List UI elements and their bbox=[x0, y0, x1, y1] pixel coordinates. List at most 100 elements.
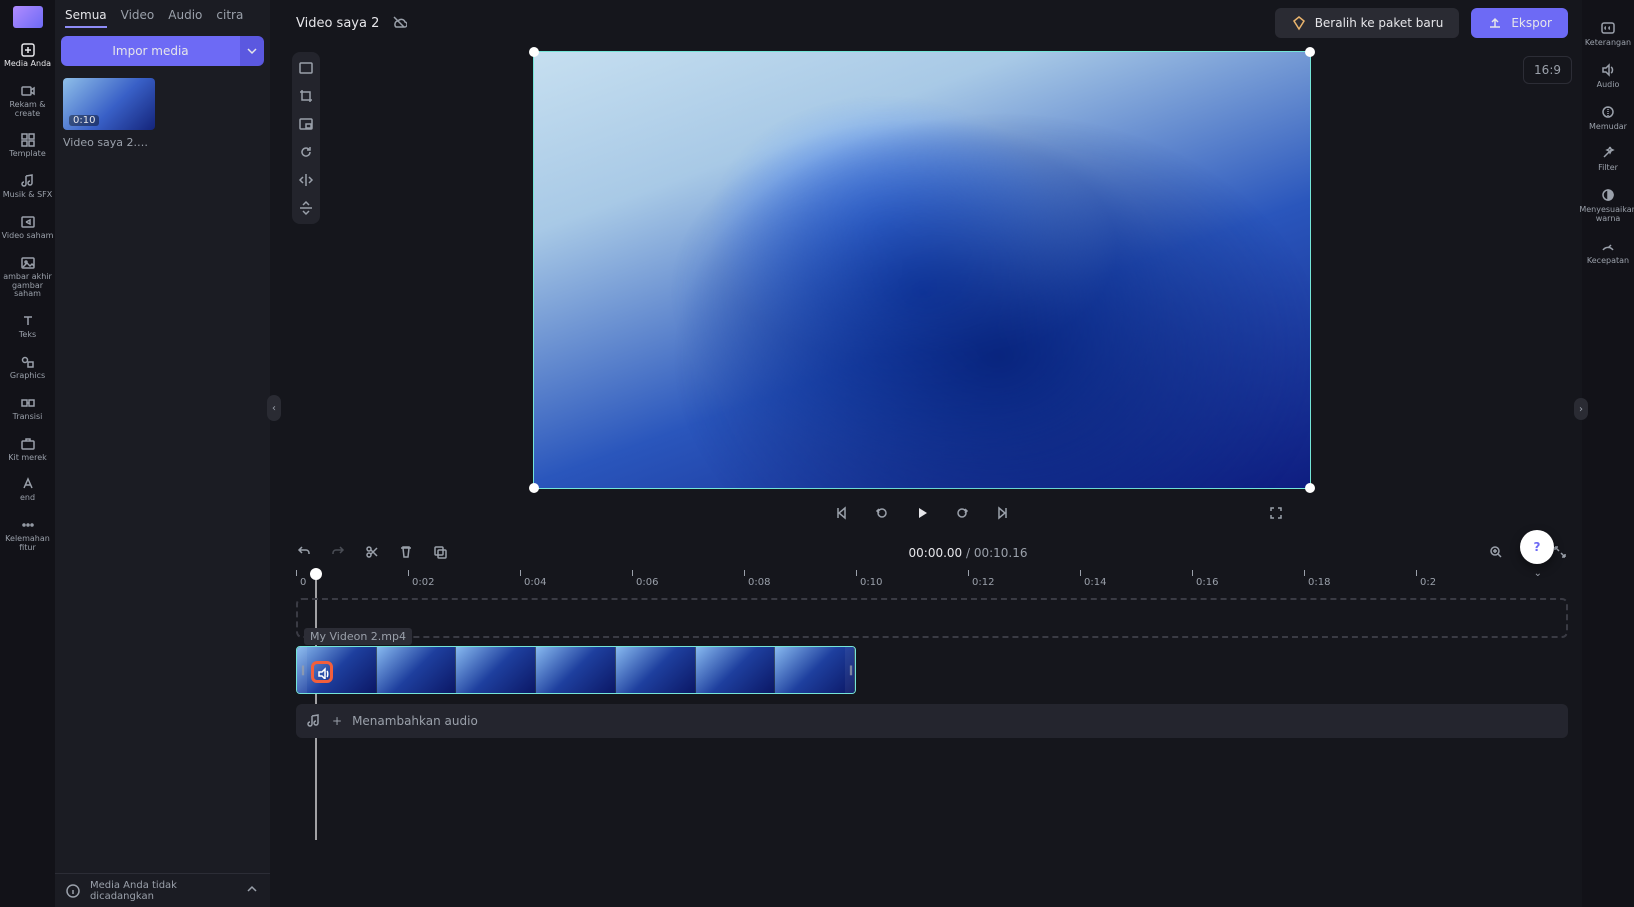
fit-tool[interactable] bbox=[296, 58, 316, 78]
tab-image[interactable]: citra bbox=[216, 8, 243, 26]
copy-icon bbox=[432, 544, 448, 560]
nav-media[interactable]: Media Anda bbox=[0, 36, 55, 73]
clip-trim-right[interactable] bbox=[845, 647, 855, 693]
image-icon bbox=[20, 255, 36, 271]
text-style-icon bbox=[20, 476, 36, 492]
help-button[interactable]: ? bbox=[1520, 530, 1554, 564]
fit-icon bbox=[298, 60, 314, 76]
music-icon bbox=[20, 173, 36, 189]
prop-color[interactable]: Menyesuaikan warna bbox=[1579, 187, 1634, 224]
prop-audio[interactable]: Audio bbox=[1597, 62, 1620, 90]
nav-record[interactable]: Rekam & create bbox=[0, 77, 55, 123]
collapse-panel-button[interactable]: ‹ bbox=[267, 395, 281, 421]
resize-handle-bl[interactable] bbox=[529, 483, 539, 493]
aspect-ratio-selector[interactable]: 16:9 bbox=[1523, 56, 1572, 84]
redo-icon bbox=[330, 544, 346, 560]
cc-icon bbox=[1600, 20, 1616, 36]
zoom-in-icon bbox=[1488, 544, 1504, 560]
video-frame bbox=[534, 52, 1310, 488]
video-clip[interactable] bbox=[296, 646, 856, 694]
tab-all[interactable]: Semua bbox=[65, 8, 107, 28]
scissors-icon bbox=[364, 544, 380, 560]
add-audio-track[interactable]: + Menambahkan audio bbox=[296, 704, 1568, 738]
zoom-fit-button[interactable] bbox=[1552, 544, 1568, 563]
clip-trim-left[interactable] bbox=[297, 647, 307, 693]
trash-icon bbox=[398, 544, 414, 560]
upgrade-button[interactable]: Beralih ke paket baru bbox=[1275, 8, 1460, 38]
crop-tool[interactable] bbox=[296, 86, 316, 106]
skip-back-icon bbox=[834, 505, 850, 521]
info-icon bbox=[65, 883, 80, 899]
media-duration: 0:10 bbox=[69, 115, 99, 126]
text-icon bbox=[20, 313, 36, 329]
project-title[interactable]: Video saya 2 bbox=[296, 16, 379, 31]
nav-music[interactable]: Musik & SFX bbox=[0, 167, 55, 204]
ruler-tick: 0:2 bbox=[1416, 570, 1432, 581]
export-button[interactable]: Ekspor bbox=[1471, 8, 1568, 38]
nav-template[interactable]: Template bbox=[0, 126, 55, 163]
top-bar: Video saya 2 Beralih ke paket baru Ekspo… bbox=[282, 0, 1582, 46]
ruler-tick: 0:14 bbox=[1080, 570, 1102, 581]
nav-stock-image[interactable]: ambar akhir gambar saham bbox=[0, 249, 55, 303]
redo-button[interactable] bbox=[330, 544, 346, 563]
cloud-off-icon[interactable] bbox=[391, 14, 407, 33]
resize-handle-br[interactable] bbox=[1305, 483, 1315, 493]
pip-tool[interactable] bbox=[296, 114, 316, 134]
split-button[interactable] bbox=[364, 544, 380, 563]
undo-button[interactable] bbox=[296, 544, 312, 563]
nav-text[interactable]: Teks bbox=[0, 307, 55, 344]
prop-speed[interactable]: Kecepatan bbox=[1587, 238, 1629, 266]
rewind-button[interactable] bbox=[874, 505, 890, 524]
media-thumbnail: 0:10 bbox=[63, 78, 155, 130]
ruler-tick: 0:02 bbox=[408, 570, 430, 581]
ruler-tick: 0:16 bbox=[1192, 570, 1214, 581]
annotation-arrow bbox=[316, 592, 332, 595]
chevron-up-icon[interactable] bbox=[244, 881, 260, 900]
import-media-dropdown[interactable] bbox=[240, 36, 264, 66]
nav-transition[interactable]: Transisi bbox=[0, 389, 55, 426]
playhead[interactable] bbox=[310, 568, 322, 580]
expand-right-panel-button[interactable]: › bbox=[1574, 398, 1588, 420]
nav-end[interactable]: end bbox=[0, 470, 55, 507]
nav-more[interactable]: Kelemahan fitur bbox=[0, 511, 55, 557]
film-icon bbox=[20, 214, 36, 230]
nav-stock-video[interactable]: Video saham bbox=[0, 208, 55, 245]
backup-notice[interactable]: Media Anda tidak dicadangkan bbox=[55, 873, 270, 907]
nav-graphics[interactable]: Graphics bbox=[0, 348, 55, 385]
import-media-button[interactable]: Impor media bbox=[61, 36, 240, 66]
rotate-tool[interactable] bbox=[296, 142, 316, 162]
play-button[interactable] bbox=[914, 505, 930, 524]
music-note-icon bbox=[306, 713, 322, 729]
prop-captions[interactable]: Keterangan bbox=[1585, 20, 1631, 48]
nav-brand-kit[interactable]: Kit merek bbox=[0, 430, 55, 467]
ruler-tick: 0:12 bbox=[968, 570, 990, 581]
playhead-time: 00:00.00 / 00:10.16 bbox=[909, 546, 1028, 561]
preview-canvas[interactable] bbox=[534, 52, 1310, 488]
prop-filter[interactable]: Filter bbox=[1598, 145, 1618, 173]
flip-h-tool[interactable] bbox=[296, 170, 316, 190]
resize-handle-tr[interactable] bbox=[1305, 47, 1315, 57]
forward-button[interactable] bbox=[954, 505, 970, 524]
prev-frame-button[interactable] bbox=[834, 505, 850, 524]
duplicate-button[interactable] bbox=[432, 544, 448, 563]
ruler-tick: 0:10 bbox=[856, 570, 878, 581]
canvas-toolbar bbox=[292, 52, 320, 224]
timeline-ruler[interactable]: 00:020:040:060:080:100:120:140:160:180:2 bbox=[296, 570, 1582, 592]
fullscreen-button[interactable] bbox=[1268, 505, 1284, 524]
delete-button[interactable] bbox=[398, 544, 414, 563]
skip-forward-icon bbox=[994, 505, 1010, 521]
briefcase-icon bbox=[20, 436, 36, 452]
clip-audio-toggle[interactable] bbox=[311, 661, 333, 683]
flip-v-tool[interactable] bbox=[296, 198, 316, 218]
ruler-tick: 0:04 bbox=[520, 570, 542, 581]
next-frame-button[interactable] bbox=[994, 505, 1010, 524]
tab-video[interactable]: Video bbox=[121, 8, 155, 26]
media-item[interactable]: 0:10 Video saya 2.m… v bbox=[63, 78, 155, 149]
empty-track-top[interactable] bbox=[296, 598, 1568, 638]
chevron-down-icon bbox=[244, 43, 260, 59]
tab-audio[interactable]: Audio bbox=[168, 8, 202, 26]
fit-width-icon bbox=[1552, 544, 1568, 560]
zoom-in-button[interactable] bbox=[1488, 544, 1504, 563]
prop-fade[interactable]: Memudar bbox=[1589, 104, 1627, 132]
resize-handle-tl[interactable] bbox=[529, 47, 539, 57]
